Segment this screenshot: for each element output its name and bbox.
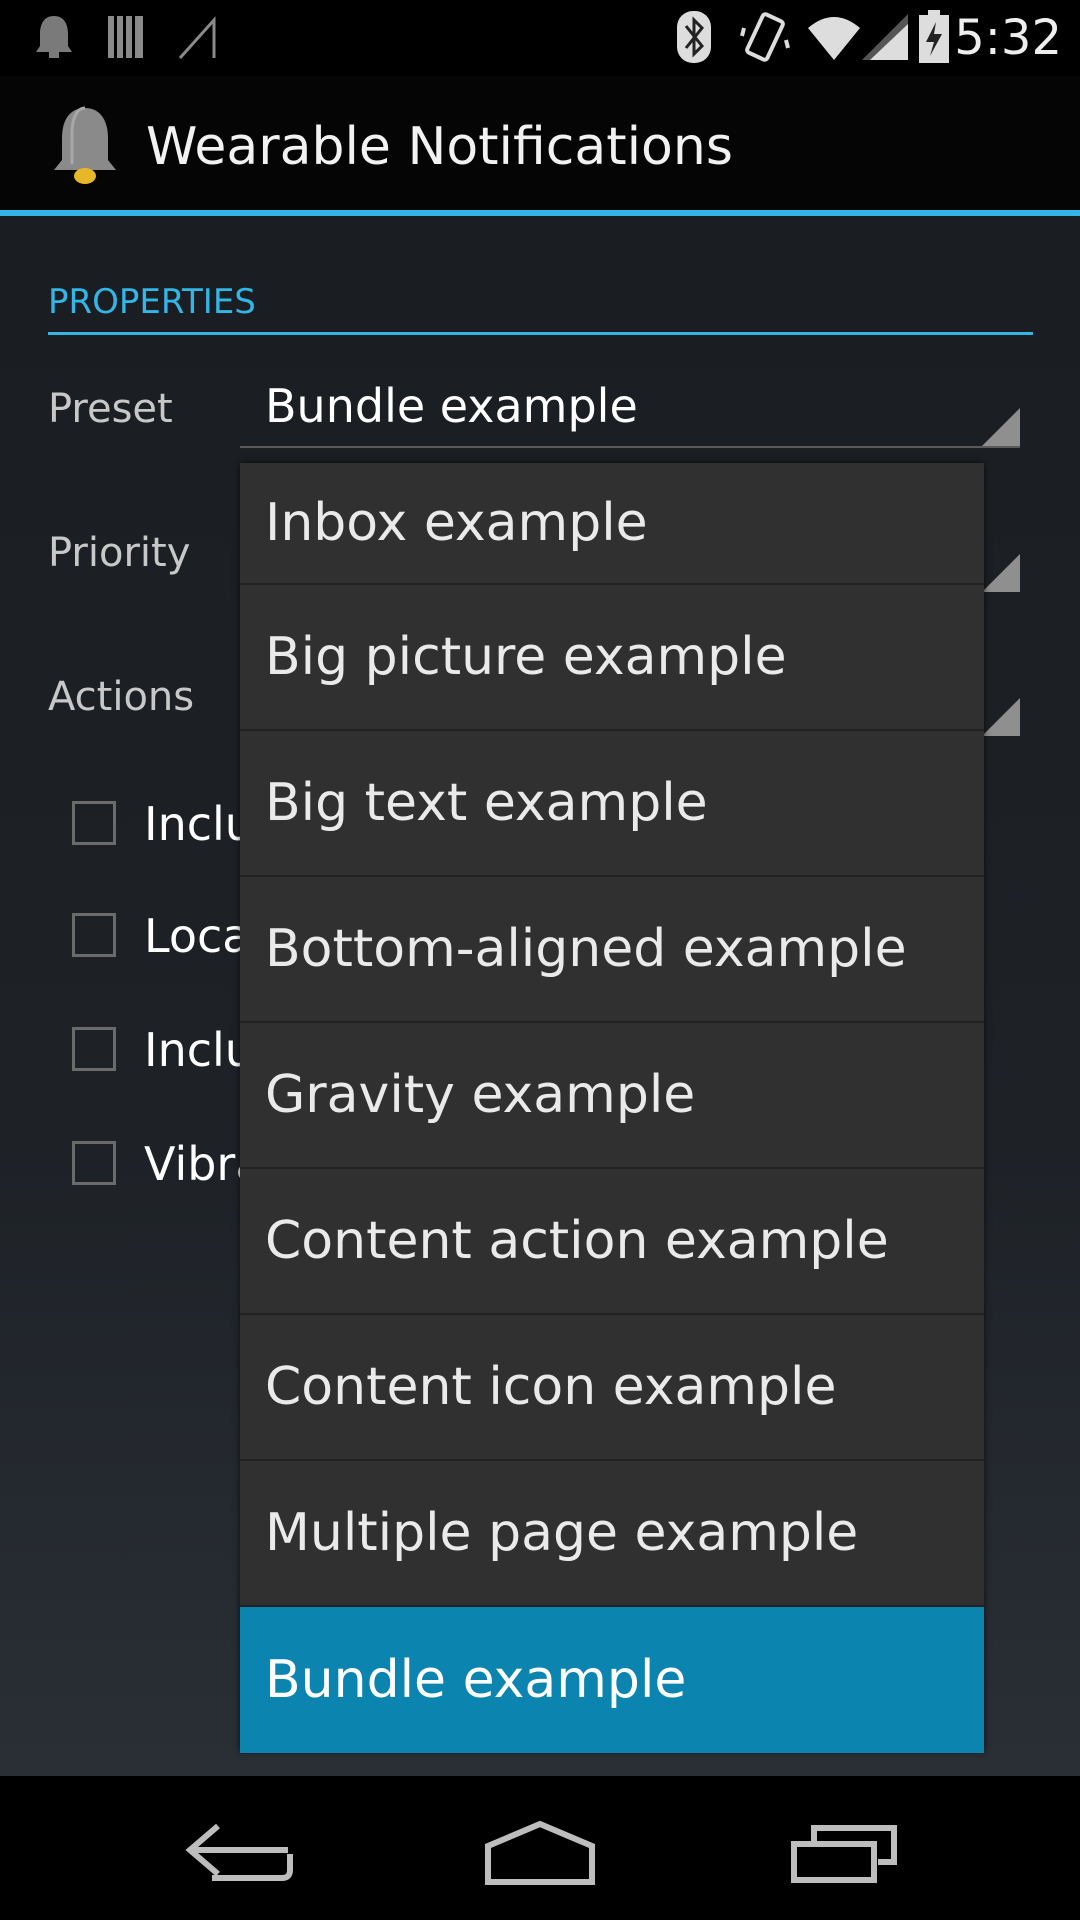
dropdown-item-label: Content action example: [265, 1211, 889, 1271]
dropdown-item-bottom-aligned[interactable]: Bottom-aligned example: [240, 877, 984, 1023]
preset-value: Bundle example: [265, 379, 638, 433]
dropdown-item-label: Inbox example: [265, 493, 648, 553]
dropdown-item-label: Bundle example: [265, 1650, 687, 1710]
spinner-arrow-icon: [982, 698, 1020, 736]
navigation-bar: [0, 1776, 1080, 1920]
back-icon: [140, 1823, 340, 1920]
preset-label: Preset: [48, 386, 173, 432]
priority-label: Priority: [48, 530, 191, 576]
spinner-arrow-icon: [982, 554, 1020, 592]
home-button[interactable]: [440, 1776, 640, 1920]
status-time: 5:32: [954, 10, 1062, 66]
recent-apps-button[interactable]: [744, 1776, 944, 1920]
checkbox-label: Inclu: [144, 1023, 254, 1077]
app-title: Wearable Notifications: [146, 117, 733, 177]
preset-spinner[interactable]: Bundle example: [240, 376, 1020, 448]
signal-edge-icon: [178, 16, 218, 64]
recent-apps-icon: [744, 1825, 944, 1920]
screen: 5:32 Wearable Notifications PROPERTIES P…: [0, 0, 1080, 1920]
dropdown-item-content-action[interactable]: Content action example: [240, 1169, 984, 1315]
checkbox[interactable]: [72, 913, 116, 957]
dropdown-item-big-picture[interactable]: Big picture example: [240, 585, 984, 731]
dropdown-item-inbox[interactable]: Inbox example: [240, 463, 984, 585]
status-bar: 5:32: [0, 0, 1080, 76]
dropdown-item-bundle[interactable]: Bundle example: [240, 1607, 984, 1753]
bell-icon: [50, 104, 120, 192]
dropdown-item-label: Gravity example: [265, 1065, 696, 1125]
dropdown-item-label: Multiple page example: [265, 1503, 859, 1563]
checkbox[interactable]: [72, 1141, 116, 1185]
dropdown-item-label: Content icon example: [265, 1357, 837, 1417]
dropdown-item-label: Big picture example: [265, 627, 787, 687]
spinner-arrow-icon: [982, 408, 1020, 446]
battery-charging-icon: [918, 10, 950, 68]
checkbox-label: Inclu: [144, 797, 254, 851]
checkbox[interactable]: [72, 1027, 116, 1071]
barcode-icon: [106, 14, 146, 64]
preset-dropdown-list: Inbox example Big picture example Big te…: [240, 463, 984, 1753]
dropdown-item-multiple-page[interactable]: Multiple page example: [240, 1461, 984, 1607]
home-icon: [440, 1820, 640, 1920]
dropdown-item-gravity[interactable]: Gravity example: [240, 1023, 984, 1169]
dropdown-item-content-icon[interactable]: Content icon example: [240, 1315, 984, 1461]
bluetooth-icon: [676, 10, 712, 68]
action-bar: Wearable Notifications: [0, 76, 1080, 216]
dropdown-item-label: Big text example: [265, 773, 708, 833]
notification-bell-icon: [34, 14, 74, 64]
section-header-properties: PROPERTIES: [48, 282, 1033, 335]
back-button[interactable]: [140, 1776, 340, 1920]
dropdown-item-label: Bottom-aligned example: [265, 919, 907, 979]
checkbox[interactable]: [72, 801, 116, 845]
wifi-icon: [806, 12, 862, 66]
dropdown-item-big-text[interactable]: Big text example: [240, 731, 984, 877]
vibrate-icon: [740, 10, 790, 68]
actions-label: Actions: [48, 674, 195, 720]
checkbox-label: Loca: [144, 909, 251, 963]
cell-signal-icon: [860, 12, 910, 66]
